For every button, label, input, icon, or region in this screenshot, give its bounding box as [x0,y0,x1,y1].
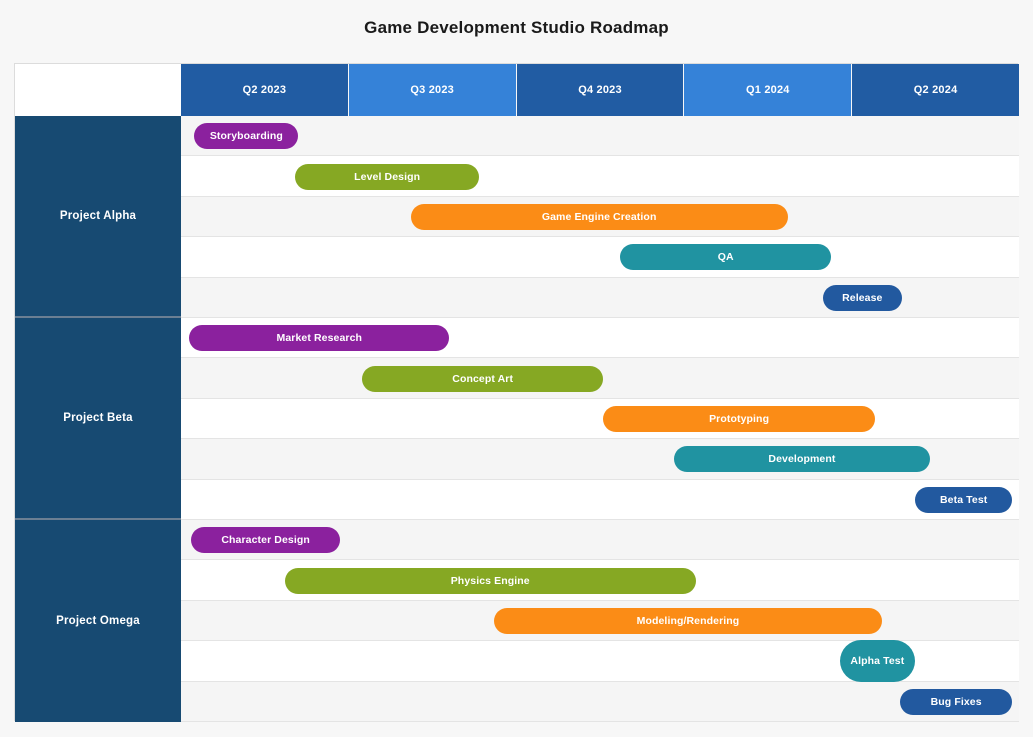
quarter-header-q3-2023[interactable]: Q3 2023 [349,64,517,116]
task-lane [181,237,1019,277]
task-bar-beta-test[interactable]: Beta Test [915,487,1012,513]
quarter-header-q1-2024[interactable]: Q1 2024 [684,64,852,116]
task-bar-bug-fixes[interactable]: Bug Fixes [900,689,1012,715]
task-bar-modeling-rendering[interactable]: Modeling/Rendering [494,608,881,634]
task-bar-release[interactable]: Release [823,285,902,311]
quarter-header-q4-2023[interactable]: Q4 2023 [517,64,685,116]
task-bar-development[interactable]: Development [674,446,930,472]
task-lane [181,116,1019,156]
gantt-grid: Q2 2023Q3 2023Q4 2023Q1 2024Q2 2024 Proj… [14,63,1018,721]
task-lane [181,480,1019,520]
gantt-roadmap-chart: Game Development Studio Roadmap Q2 2023Q… [0,0,1033,737]
quarter-header-q2-2023[interactable]: Q2 2023 [181,64,349,116]
task-lane [181,682,1019,722]
task-bar-qa[interactable]: QA [620,244,831,270]
task-bar-market-research[interactable]: Market Research [189,325,449,351]
task-lanes: Storyboarding Level Design Game Engine Cre… [181,116,1019,318]
project-label-project-omega[interactable]: Project Omega [15,520,181,722]
timeline-header-row: Q2 2023Q3 2023Q4 2023Q1 2024Q2 2024 [15,64,1019,116]
task-lanes: Character Design Physics Engine Modeling/R… [181,520,1019,722]
task-bar-prototyping[interactable]: Prototyping [603,406,875,432]
page-title: Game Development Studio Roadmap [0,18,1033,38]
header-corner-cell [15,64,181,116]
task-bar-alpha-test[interactable]: Alpha Test [840,640,915,682]
task-lanes: Market Research Concept ArtPrototyping Dev… [181,318,1019,520]
project-block-project-alpha: Project Alpha Storyboarding Level Design Ga… [15,116,1019,318]
task-bar-game-engine-creation[interactable]: Game Engine Creation [411,204,788,230]
quarter-header-cells: Q2 2023Q3 2023Q4 2023Q1 2024Q2 2024 [181,64,1019,116]
task-bar-storyboarding[interactable]: Storyboarding [194,123,298,149]
quarter-header-q2-2024[interactable]: Q2 2024 [852,64,1019,116]
project-block-project-omega: Project Omega Character Design Physics Eng… [15,520,1019,722]
project-block-project-beta: Project Beta Market Research Concept ArtPr… [15,318,1019,520]
project-label-project-alpha[interactable]: Project Alpha [15,116,181,318]
task-bar-concept-art[interactable]: Concept Art [362,366,603,392]
task-bar-physics-engine[interactable]: Physics Engine [285,568,696,594]
task-lane [181,399,1019,439]
task-bar-level-design[interactable]: Level Design [295,164,479,190]
task-bar-character-design[interactable]: Character Design [191,527,340,553]
project-label-project-beta[interactable]: Project Beta [15,318,181,520]
